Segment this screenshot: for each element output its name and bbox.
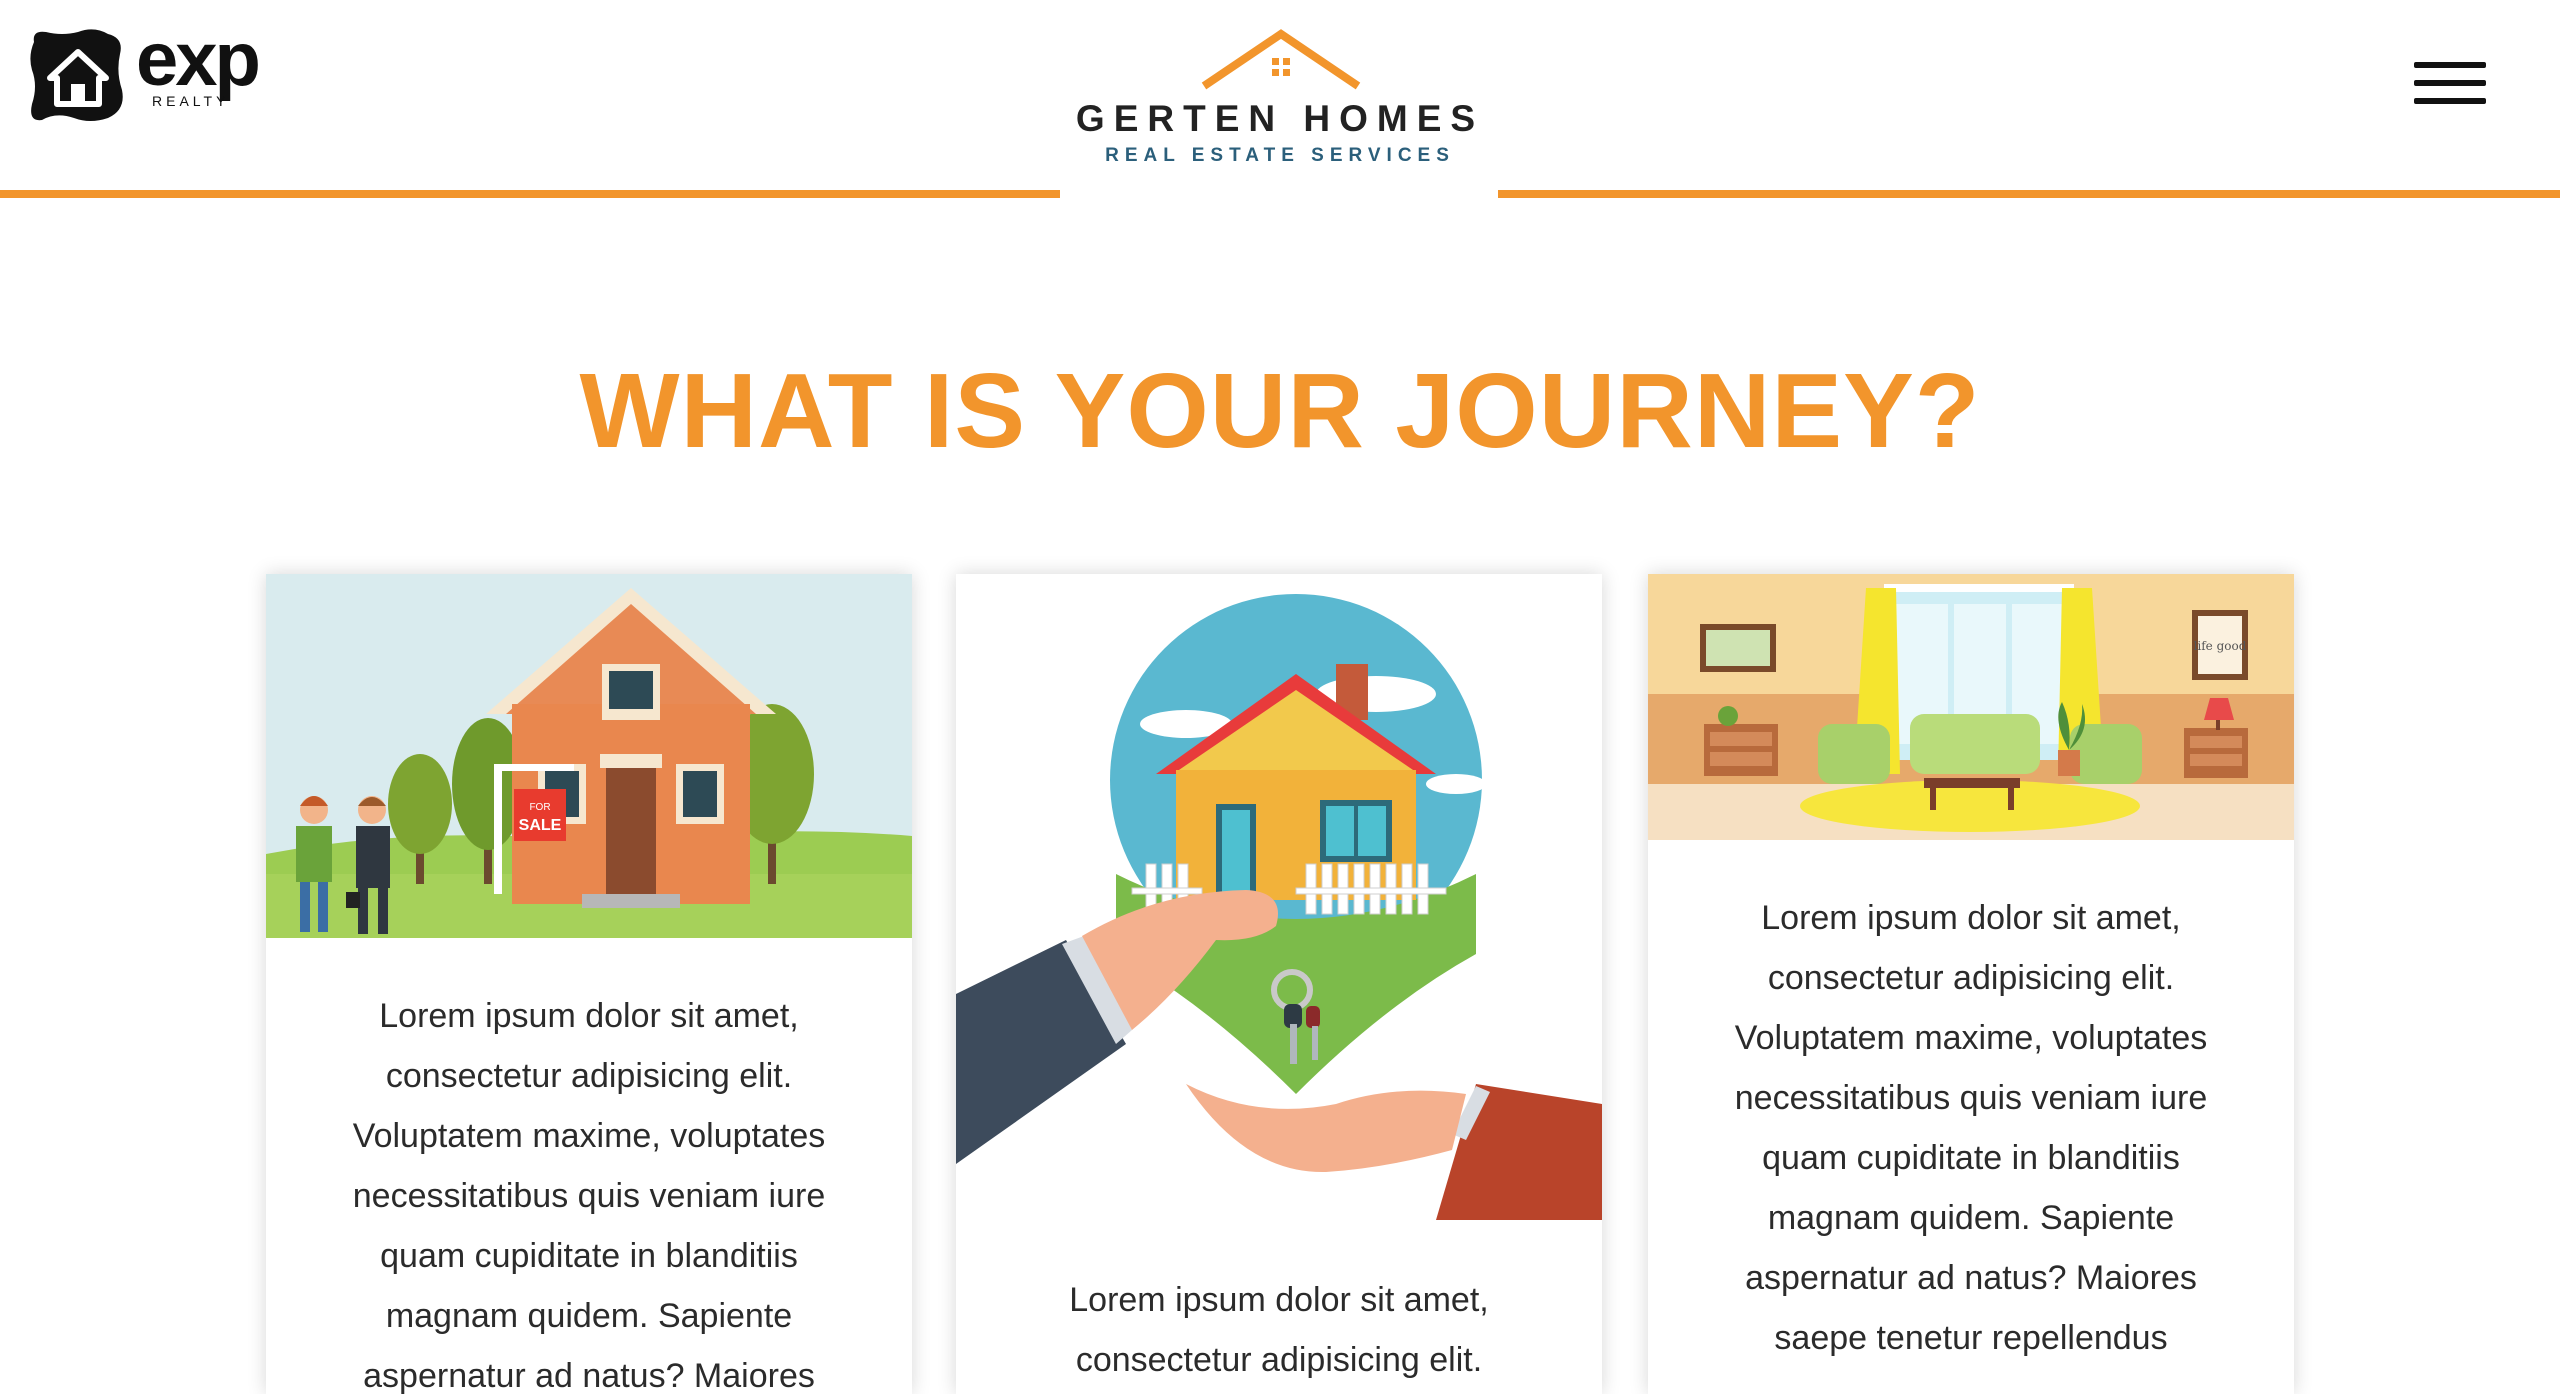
- header-divider-right: [1498, 190, 2560, 198]
- sign-text-top: FOR: [529, 802, 550, 813]
- menu-bar: [2414, 62, 2486, 68]
- frame-text: life good: [2194, 639, 2247, 653]
- journey-card-buying[interactable]: Lorem ipsum dolor sit amet, consectetur …: [956, 574, 1602, 1394]
- card-description: Lorem ipsum dolor sit amet, consectetur …: [1069, 1281, 1489, 1379]
- card-description: Lorem ipsum dolor sit amet, consectetur …: [352, 997, 826, 1394]
- menu-bar: [2414, 80, 2486, 86]
- gerten-homes-logo[interactable]: GERTEN HOMES REAL ESTATE SERVICES: [1062, 28, 1498, 178]
- section-title: WHAT IS YOUR JOURNEY?: [579, 352, 1981, 470]
- card-description: Lorem ipsum dolor sit amet, consectetur …: [1734, 899, 2208, 1357]
- exp-realty-logo[interactable]: exp REALTY: [28, 22, 268, 124]
- sign-text-bottom: SALE: [519, 817, 562, 834]
- house-keys-handover-illustration: [956, 574, 1602, 1234]
- site-header: exp REALTY GERTEN HOMES REAL ESTATE SERV…: [0, 0, 2560, 200]
- journey-card-moving-in[interactable]: life good Lorem ipsum dolor sit amet, co…: [1648, 574, 2294, 1394]
- journey-card-selling[interactable]: FOR SALE Lorem ipsum dolor sit amet, con…: [266, 574, 912, 1394]
- hamburger-menu-icon[interactable]: [2414, 58, 2486, 108]
- header-divider-left: [0, 190, 1060, 198]
- house-icon: [30, 29, 123, 121]
- living-room-illustration: life good: [1648, 574, 2294, 840]
- exp-logo-subtext: REALTY: [152, 93, 230, 109]
- brand-tagline: REAL ESTATE SERVICES: [1105, 145, 1455, 166]
- brand-name: GERTEN HOMES: [1075, 98, 1485, 139]
- menu-bar: [2414, 98, 2486, 104]
- roof-icon: [1201, 29, 1361, 90]
- exp-logo-wordmark: exp: [136, 17, 261, 102]
- house-for-sale-illustration: FOR SALE: [266, 574, 912, 938]
